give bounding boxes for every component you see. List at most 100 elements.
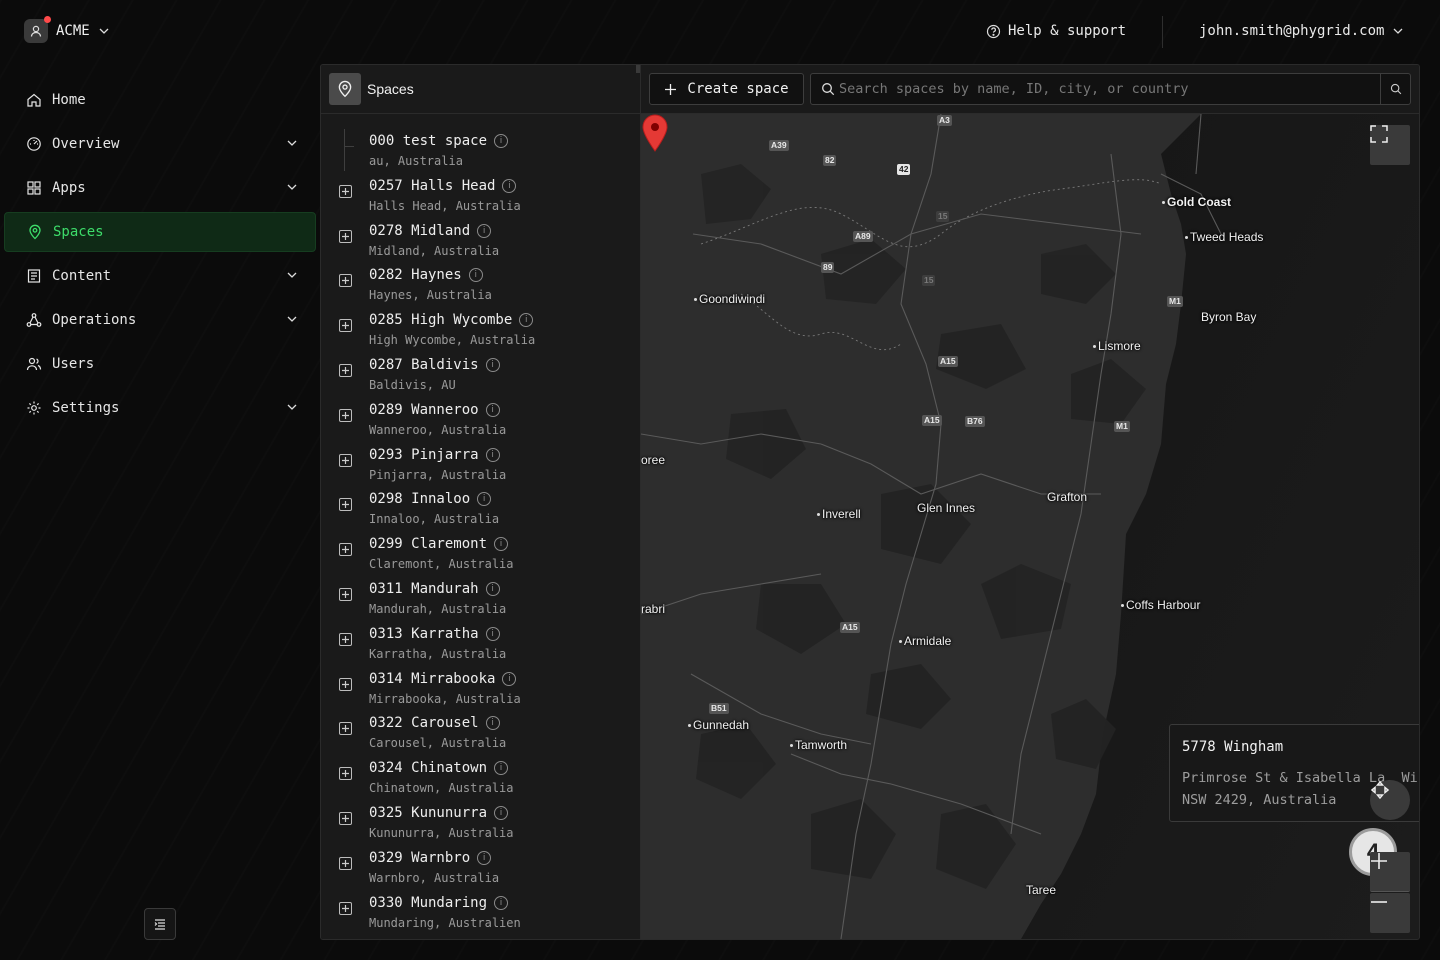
expand-icon[interactable] <box>339 901 352 915</box>
sidebar-item-spaces[interactable]: Spaces <box>4 212 316 252</box>
sidebar-item-overview[interactable]: Overview <box>4 124 316 164</box>
scrollbar-thumb[interactable] <box>636 65 640 73</box>
expand-icon[interactable] <box>339 229 352 243</box>
expand-icon[interactable] <box>339 319 352 333</box>
place-label: Goondiwindi <box>693 292 766 306</box>
sidebar-item-apps[interactable]: Apps <box>4 168 316 208</box>
search-button[interactable] <box>1380 74 1410 104</box>
chevron-down-icon <box>99 28 109 34</box>
info-icon[interactable]: i <box>485 716 500 731</box>
list-item[interactable]: 0325 Kununurra i Kununurra, Australia <box>321 805 639 850</box>
road-shield: 15 <box>936 211 950 222</box>
sidebar-item-settings[interactable]: Settings <box>4 388 316 428</box>
list-item[interactable]: 0314 Mirrabooka i Mirrabooka, Australia <box>321 671 639 716</box>
list-item[interactable]: 0324 Chinatown i Chinatown, Australia <box>321 760 639 805</box>
list-item[interactable]: 0298 Innaloo i Innaloo, Australia <box>321 491 639 536</box>
list-item[interactable]: 0330 Mundaring i Mundaring, Australien <box>321 894 639 939</box>
expand-icon[interactable] <box>339 274 352 288</box>
list-item[interactable]: 0289 Wanneroo i Wanneroo, Australia <box>321 402 639 447</box>
org-switcher[interactable]: ACME <box>24 16 110 43</box>
spaces-list-pane: Spaces 000 test space i au, Australia 025… <box>321 65 641 939</box>
space-name: 0299 Claremont i <box>369 536 509 552</box>
info-icon[interactable]: i <box>477 492 492 507</box>
chevron-down-icon <box>287 316 297 322</box>
list-item[interactable]: 0257 Halls Head i Halls Head, Australia <box>321 178 639 223</box>
expand-icon[interactable] <box>339 363 352 377</box>
info-icon[interactable]: i <box>519 313 534 328</box>
spaces-list-header: Spaces <box>321 65 640 114</box>
expand-icon[interactable] <box>339 856 352 870</box>
sidebar-item-label: Users <box>52 356 95 372</box>
space-name-text: 0257 Halls Head <box>369 177 496 194</box>
recenter-button[interactable] <box>1370 780 1410 820</box>
collapse-sidebar-button[interactable] <box>144 908 176 940</box>
list-item[interactable]: 000 test space i au, Australia <box>321 129 639 178</box>
zoom-out-icon <box>1371 901 1387 903</box>
recenter-icon <box>1370 780 1390 800</box>
info-icon[interactable]: i <box>485 357 500 372</box>
expand-icon[interactable] <box>339 184 352 198</box>
info-icon[interactable]: i <box>485 447 500 462</box>
road-shield: M1 <box>1114 421 1130 432</box>
map-pin-marker[interactable] <box>641 114 669 152</box>
list-item[interactable]: 0322 Carousel i Carousel, Australia <box>321 715 639 760</box>
space-name: 0311 Mandurah i <box>369 581 500 597</box>
info-icon[interactable]: i <box>494 805 509 820</box>
space-name: 0289 Wanneroo i <box>369 402 500 418</box>
list-item[interactable]: 0282 Haynes i Haynes, Australia <box>321 267 639 312</box>
expand-icon[interactable] <box>339 543 352 557</box>
info-icon[interactable]: i <box>502 178 517 193</box>
help-support-link[interactable]: Help & support <box>986 23 1126 39</box>
sidebar-item-users[interactable]: Users <box>4 344 316 384</box>
expand-icon[interactable] <box>339 811 352 825</box>
list-item[interactable]: 0287 Baldivis i Baldivis, AU <box>321 357 639 402</box>
expand-icon[interactable] <box>339 587 352 601</box>
list-item[interactable]: 0313 Karratha i Karratha, Australia <box>321 626 639 671</box>
space-name-text: 0324 Chinatown <box>369 760 488 777</box>
zoom-out-button[interactable] <box>1370 893 1410 933</box>
space-location: Baldivis, AU <box>369 377 456 392</box>
space-name-text: 0330 Mundaring <box>369 894 488 911</box>
list-item[interactable]: 0285 High Wycombe i High Wycombe, Austral… <box>321 312 639 357</box>
info-icon[interactable]: i <box>477 223 492 238</box>
expand-icon[interactable] <box>339 632 352 646</box>
expand-icon[interactable] <box>339 453 352 467</box>
expand-icon[interactable] <box>339 498 352 512</box>
info-icon[interactable]: i <box>494 761 509 776</box>
space-location: Haynes, Australia <box>369 288 492 303</box>
place-label: Tamworth <box>789 738 848 752</box>
expand-icon[interactable] <box>339 408 352 422</box>
info-icon[interactable]: i <box>485 626 500 641</box>
info-icon[interactable]: i <box>468 268 483 283</box>
user-menu[interactable]: john.smith@phygrid.com <box>1199 23 1404 39</box>
notification-dot <box>44 16 51 23</box>
search-input[interactable] <box>839 74 1379 104</box>
info-icon[interactable]: i <box>494 134 509 148</box>
info-icon[interactable]: i <box>502 671 517 686</box>
place-label: Tweed Heads <box>1184 230 1264 244</box>
list-item[interactable]: 0293 Pinjarra i Pinjarra, Australia <box>321 447 639 492</box>
info-icon[interactable]: i <box>485 402 500 417</box>
list-item[interactable]: 0329 Warnbro i Warnbro, Australia <box>321 850 639 895</box>
fullscreen-button[interactable] <box>1370 125 1410 165</box>
sidebar-item-home[interactable]: Home <box>4 80 316 120</box>
zoom-in-button[interactable] <box>1370 852 1410 892</box>
sidebar-item-operations[interactable]: Operations <box>4 300 316 340</box>
create-space-button[interactable]: Create space <box>649 73 804 105</box>
sidebar-item-content[interactable]: Content <box>4 256 316 296</box>
tree-tick <box>344 146 354 147</box>
list-item[interactable]: 0278 Midland i Midland, Australia <box>321 223 639 268</box>
info-icon[interactable]: i <box>494 537 509 552</box>
org-avatar <box>24 16 51 43</box>
expand-icon[interactable] <box>339 677 352 691</box>
info-icon[interactable]: i <box>485 581 500 596</box>
info-icon[interactable]: i <box>494 895 509 910</box>
list-item[interactable]: 0299 Claremont i Claremont, Australia <box>321 536 639 581</box>
place-label: oree <box>641 453 666 467</box>
list-item[interactable]: 0311 Mandurah i Mandurah, Australia <box>321 581 639 626</box>
map-view[interactable]: Gold Coast Tweed Heads Goondiwindi Byron… <box>641 114 1419 939</box>
expand-icon[interactable] <box>339 722 352 736</box>
info-icon[interactable]: i <box>477 850 492 865</box>
expand-icon[interactable] <box>339 767 352 781</box>
space-name: 0287 Baldivis i <box>369 357 500 373</box>
